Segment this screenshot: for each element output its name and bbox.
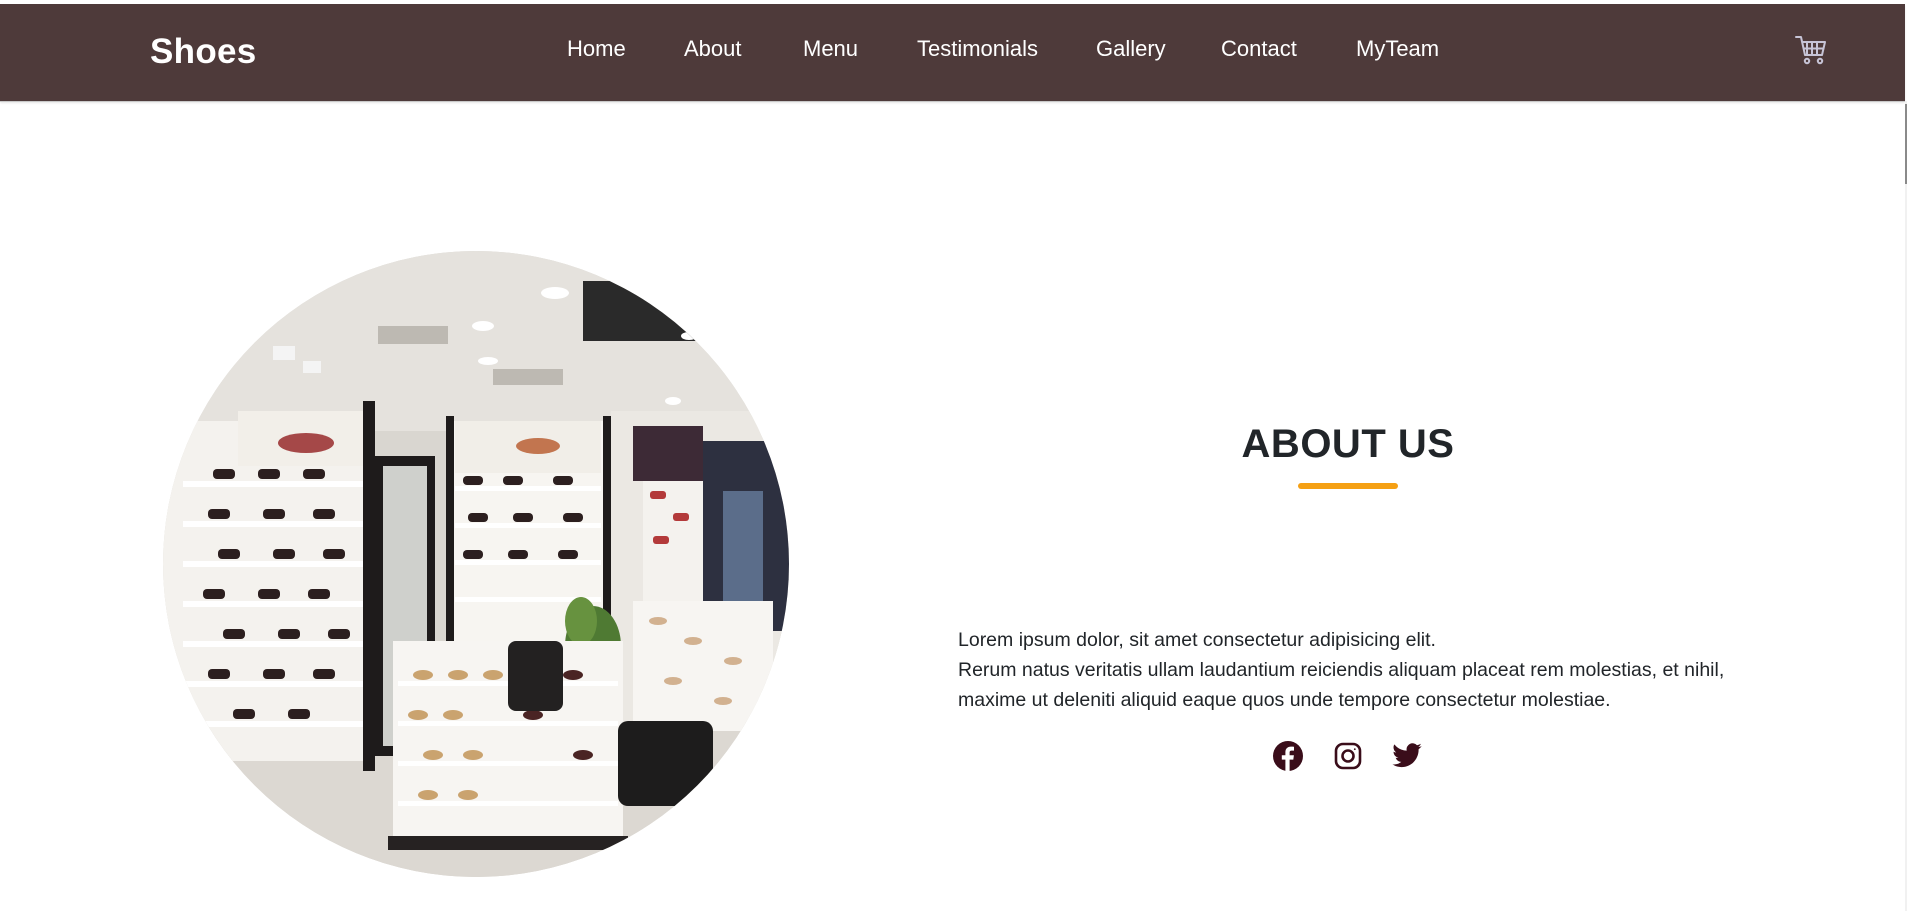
nav-link-menu[interactable]: Menu: [803, 36, 858, 62]
nav-link-gallery[interactable]: Gallery: [1096, 36, 1166, 62]
nav-link-myteam[interactable]: MyTeam: [1356, 36, 1439, 62]
about-title: ABOUT US: [1241, 422, 1455, 466]
cart-icon[interactable]: [1794, 34, 1828, 66]
nav-link-contact[interactable]: Contact: [1221, 36, 1297, 62]
title-underline: [1298, 483, 1398, 489]
twitter-icon[interactable]: [1391, 740, 1423, 772]
about-description: Lorem ipsum dolor, sit amet consectetur …: [958, 625, 1758, 715]
nav-link-testimonials[interactable]: Testimonials: [917, 36, 1038, 62]
nav-link-about[interactable]: About: [684, 36, 742, 62]
about-line-2: Rerum natus veritatis ullam laudantium r…: [958, 659, 1725, 711]
nav-link-home[interactable]: Home: [567, 36, 626, 62]
store-image: [163, 251, 789, 877]
about-line-1: Lorem ipsum dolor, sit amet consectetur …: [958, 629, 1436, 651]
navbar: Shoes Home About Menu Testimonials Galle…: [0, 4, 1905, 101]
instagram-icon[interactable]: [1332, 740, 1364, 772]
facebook-icon[interactable]: [1272, 740, 1304, 772]
brand-logo[interactable]: Shoes: [150, 32, 257, 72]
